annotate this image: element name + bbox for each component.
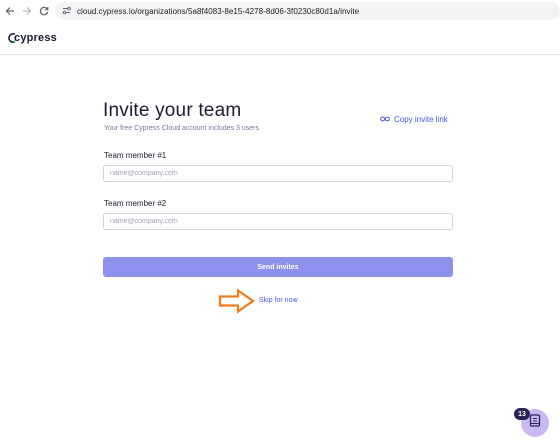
notification-badge: 13 <box>514 408 530 420</box>
site-info-icon[interactable] <box>62 2 71 20</box>
back-arrow-icon[interactable] <box>3 4 17 18</box>
cypress-logo[interactable]: cypress <box>6 31 57 45</box>
url-text: cloud.cypress.io/organizations/5a8f4083-… <box>77 6 360 16</box>
logo-text: cypress <box>14 32 57 44</box>
page-subtitle: Your free Cypress Cloud account includes… <box>104 125 259 132</box>
team-member-2-label: Team member #2 <box>104 199 167 208</box>
forward-arrow-icon[interactable] <box>20 4 34 18</box>
address-bar[interactable]: cloud.cypress.io/organizations/5a8f4083-… <box>55 2 560 20</box>
copy-invite-link-button[interactable]: Copy invite link <box>380 110 448 128</box>
book-icon <box>529 414 541 432</box>
team-member-1-label: Team member #1 <box>104 151 167 160</box>
send-invites-button[interactable]: Send invites <box>103 257 453 277</box>
team-member-2-email-field[interactable] <box>103 213 453 230</box>
reload-icon[interactable] <box>37 4 51 18</box>
annotation-arrow-icon <box>218 288 256 319</box>
browser-toolbar: cloud.cypress.io/organizations/5a8f4083-… <box>0 0 560 22</box>
link-icon <box>380 110 390 128</box>
page-title: Invite your team <box>103 100 242 121</box>
skip-for-now-link[interactable]: Skip for now <box>259 297 298 304</box>
copy-invite-link-label: Copy invite link <box>394 114 448 124</box>
team-member-1-email-field[interactable] <box>103 165 453 182</box>
site-header: cypress <box>0 22 560 55</box>
